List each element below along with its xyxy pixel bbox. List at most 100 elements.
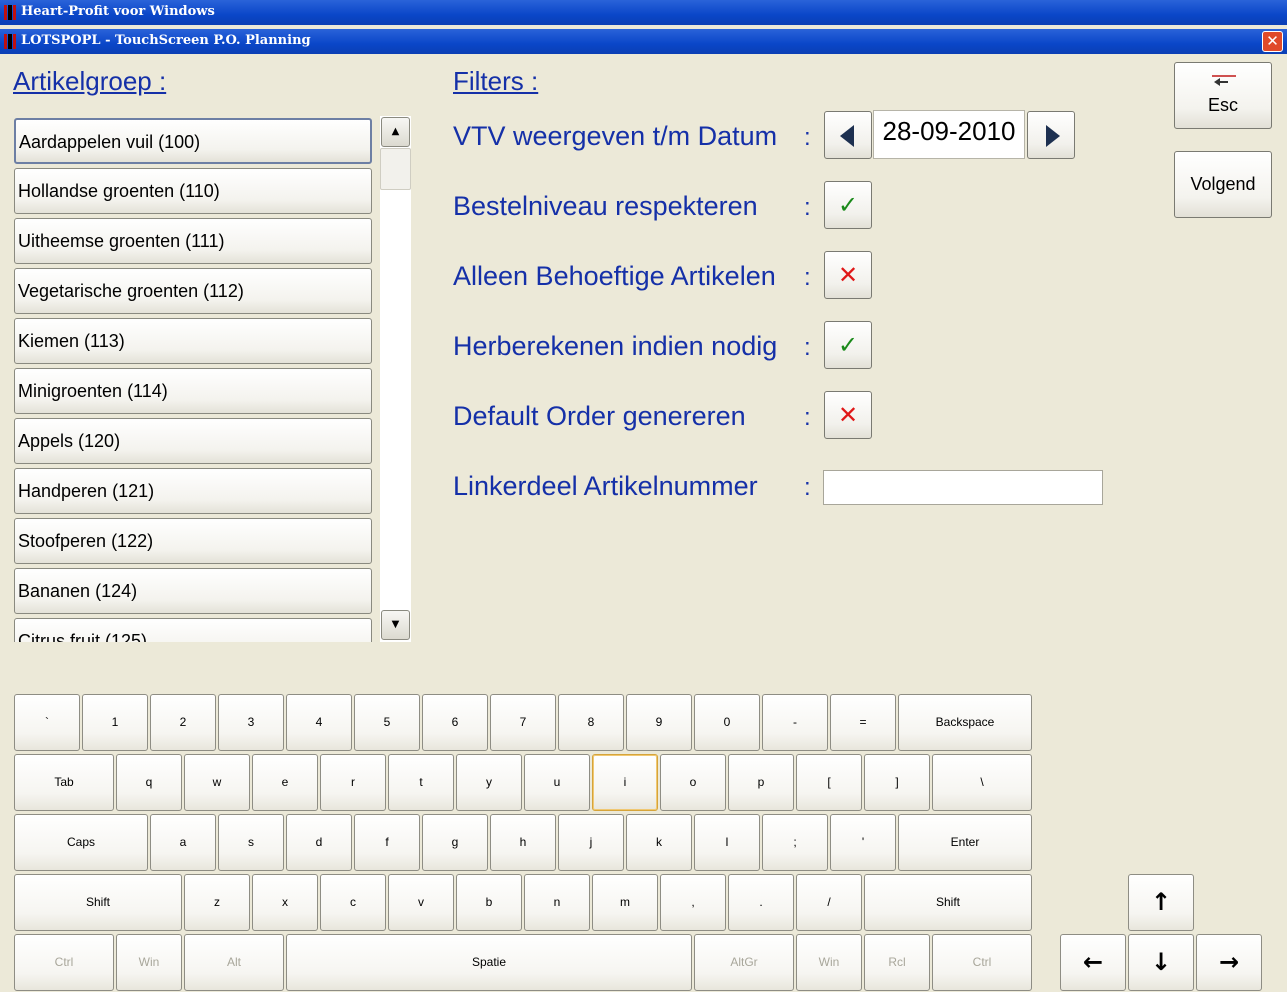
key-i[interactable]: i: [592, 754, 658, 811]
artikelnummer-input[interactable]: [823, 470, 1103, 505]
default-order-toggle[interactable]: ✕: [824, 391, 872, 439]
list-item[interactable]: Kiemen (113): [14, 318, 372, 364]
key-m[interactable]: m: [592, 874, 658, 931]
key-k[interactable]: k: [626, 814, 692, 871]
triangle-right-icon: [1046, 125, 1060, 147]
key-u[interactable]: u: [524, 754, 590, 811]
list-item[interactable]: Stoofperen (122): [14, 518, 372, 564]
herberekenen-toggle[interactable]: ✓: [824, 321, 872, 369]
close-button[interactable]: ✕: [1262, 31, 1283, 52]
key-a[interactable]: a: [150, 814, 216, 871]
key-8[interactable]: 8: [558, 694, 624, 751]
key-backspace[interactable]: Backspace: [898, 694, 1032, 751]
esc-button[interactable]: Esc: [1174, 62, 1272, 129]
list-item[interactable]: Vegetarische groenten (112): [14, 268, 372, 314]
key-j[interactable]: j: [558, 814, 624, 871]
key-b[interactable]: b: [456, 874, 522, 931]
list-item[interactable]: Uitheemse groenten (111): [14, 218, 372, 264]
key-e[interactable]: e: [252, 754, 318, 811]
key-enter[interactable]: Enter: [898, 814, 1032, 871]
key-x[interactable]: x: [252, 874, 318, 931]
key-alt[interactable]: Alt: [184, 934, 284, 991]
scroll-thumb[interactable]: [380, 148, 411, 190]
key-d[interactable]: d: [286, 814, 352, 871]
key-5[interactable]: 5: [354, 694, 420, 751]
key-s[interactable]: s: [218, 814, 284, 871]
key-comma[interactable]: ,: [660, 874, 726, 931]
key-q[interactable]: q: [116, 754, 182, 811]
colon: :: [804, 404, 811, 431]
key-equals[interactable]: =: [830, 694, 896, 751]
scroll-up-button[interactable]: ▲: [381, 117, 410, 147]
list-item[interactable]: Handperen (121): [14, 468, 372, 514]
artikelgroep-heading: Artikelgroep :: [13, 66, 167, 96]
key-2[interactable]: 2: [150, 694, 216, 751]
key-z[interactable]: z: [184, 874, 250, 931]
key-quote[interactable]: ': [830, 814, 896, 871]
date-prev-button[interactable]: [824, 111, 872, 159]
list-item[interactable]: Bananen (124): [14, 568, 372, 614]
key-6[interactable]: 6: [422, 694, 488, 751]
key-caps[interactable]: Caps: [14, 814, 148, 871]
key-ctrl-left[interactable]: Ctrl: [14, 934, 114, 991]
key-shift-right[interactable]: Shift: [864, 874, 1032, 931]
key-tab[interactable]: Tab: [14, 754, 114, 811]
arrow-left-icon: ←: [1082, 948, 1104, 976]
date-next-button[interactable]: [1027, 111, 1075, 159]
list-item[interactable]: Citrus fruit (125): [14, 618, 372, 642]
key-win-left[interactable]: Win: [116, 934, 182, 991]
key-c[interactable]: c: [320, 874, 386, 931]
key-slash[interactable]: /: [796, 874, 862, 931]
list-scrollbar[interactable]: ▲ ▼: [380, 116, 411, 642]
list-item[interactable]: Appels (120): [14, 418, 372, 464]
key-period[interactable]: .: [728, 874, 794, 931]
key-7[interactable]: 7: [490, 694, 556, 751]
list-item[interactable]: Minigroenten (114): [14, 368, 372, 414]
arrow-left-key[interactable]: ←: [1060, 934, 1126, 991]
bestelniveau-toggle[interactable]: ✓: [824, 181, 872, 229]
key-l[interactable]: l: [694, 814, 760, 871]
arrow-right-key[interactable]: →: [1196, 934, 1262, 991]
arrow-down-key[interactable]: ↓: [1128, 934, 1194, 991]
key-right-bracket[interactable]: ]: [864, 754, 930, 811]
key-o[interactable]: o: [660, 754, 726, 811]
arrow-up-key[interactable]: ↑: [1128, 874, 1194, 931]
list-item[interactable]: Aardappelen vuil (100): [14, 118, 372, 164]
key-4[interactable]: 4: [286, 694, 352, 751]
key-backslash[interactable]: \: [932, 754, 1032, 811]
key-n[interactable]: n: [524, 874, 590, 931]
key-left-bracket[interactable]: [: [796, 754, 862, 811]
next-button[interactable]: Volgend: [1174, 151, 1272, 218]
list-item[interactable]: Hollandse groenten (110): [14, 168, 372, 214]
inner-window-title: LOTSPOPL - TouchScreen P.O. Planning: [21, 33, 311, 48]
colon: :: [804, 474, 811, 501]
key-space[interactable]: Spatie: [286, 934, 692, 991]
arrow-down-icon: ↓: [1150, 948, 1172, 976]
back-arrow-icon: [1212, 75, 1236, 86]
key-h[interactable]: h: [490, 814, 556, 871]
key-ctrl-right[interactable]: Ctrl: [932, 934, 1032, 991]
key-0[interactable]: 0: [694, 694, 760, 751]
key-rcl[interactable]: Rcl: [864, 934, 930, 991]
scroll-down-button[interactable]: ▼: [381, 610, 410, 640]
behoeftige-artikelen-toggle[interactable]: ✕: [824, 251, 872, 299]
key-g[interactable]: g: [422, 814, 488, 871]
key-y[interactable]: y: [456, 754, 522, 811]
key-3[interactable]: 3: [218, 694, 284, 751]
key-win-right[interactable]: Win: [796, 934, 862, 991]
key-1[interactable]: 1: [82, 694, 148, 751]
key-9[interactable]: 9: [626, 694, 692, 751]
key-t[interactable]: t: [388, 754, 454, 811]
key-w[interactable]: w: [184, 754, 250, 811]
app-icon: [4, 5, 16, 20]
key-v[interactable]: v: [388, 874, 454, 931]
key-p[interactable]: p: [728, 754, 794, 811]
key-shift-left[interactable]: Shift: [14, 874, 182, 931]
key-f[interactable]: f: [354, 814, 420, 871]
key-r[interactable]: r: [320, 754, 386, 811]
date-field[interactable]: 28-09-2010: [873, 110, 1025, 159]
key-altgr[interactable]: AltGr: [694, 934, 794, 991]
key-semicolon[interactable]: ;: [762, 814, 828, 871]
key-backtick[interactable]: `: [14, 694, 80, 751]
key-minus[interactable]: -: [762, 694, 828, 751]
